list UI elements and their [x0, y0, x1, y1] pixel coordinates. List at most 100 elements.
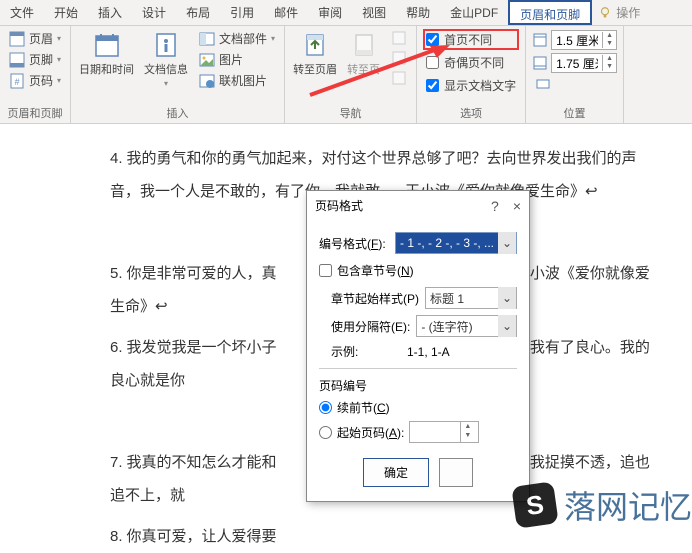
menu-references[interactable]: 引用: [220, 0, 264, 25]
svg-text:#: #: [14, 77, 19, 87]
watermark: S 落网记忆: [514, 482, 692, 528]
ribbon-group-position: ▲▼ ▲▼ 位置: [526, 26, 624, 123]
menu-home[interactable]: 开始: [44, 0, 88, 25]
menu-layout[interactable]: 布局: [176, 0, 220, 25]
picture-icon: [199, 52, 215, 68]
spin-up[interactable]: ▲: [603, 55, 616, 63]
watermark-text: 落网记忆: [564, 482, 692, 528]
chk-first-page-different[interactable]: 首页不同: [423, 29, 519, 50]
radio-start-at[interactable]: 起始页码(A):: [319, 424, 404, 441]
include-chapter-checkbox[interactable]: 包含章节号(N): [319, 262, 517, 279]
prev-icon: [391, 30, 407, 46]
radio-start-at-input[interactable]: [319, 426, 332, 439]
spin-up[interactable]: ▲: [461, 422, 474, 431]
dialog-help-button[interactable]: ?: [491, 198, 499, 214]
btn-pictures[interactable]: 图片: [196, 50, 278, 69]
spin-down[interactable]: ▼: [461, 431, 474, 440]
dialog-titlebar[interactable]: 页码格式 ? ×: [307, 191, 529, 220]
ribbon-group-insert: 日期和时间 文档信息▾ 文档部件▾ 图片 联机图片 插入: [71, 26, 285, 123]
chk-odd-even-different[interactable]: 奇偶页不同: [423, 52, 519, 73]
menu-design[interactable]: 设计: [132, 0, 176, 25]
example-value: 1-1, 1-A: [407, 345, 450, 359]
ribbon-group-nav: 转至页眉 转至页 导航: [285, 26, 417, 123]
btn-online-pictures[interactable]: 联机图片: [196, 71, 278, 90]
menu-help[interactable]: 帮助: [396, 0, 440, 25]
tell-me[interactable]: 操作: [592, 0, 646, 25]
radio-continue-previous-input[interactable]: [319, 401, 332, 414]
dialog-close-button[interactable]: ×: [513, 198, 521, 214]
chk-show-doc-text[interactable]: 显示文档文字: [423, 75, 519, 96]
ribbon: 页眉▾ 页脚▾ #页码▾ 页眉和页脚 日期和时间 文档信息▾ 文档部件▾ 图片 …: [0, 26, 692, 124]
chk-odd-even-different-box[interactable]: [426, 56, 439, 69]
ribbon-group-header-footer: 页眉▾ 页脚▾ #页码▾ 页眉和页脚: [0, 26, 71, 123]
doc-parts-icon: [199, 31, 215, 47]
group-label-position: 位置: [532, 103, 617, 123]
footer-icon: [9, 52, 25, 68]
btn-goto-footer[interactable]: 转至页: [345, 29, 382, 79]
btn-doc-parts[interactable]: 文档部件▾: [196, 29, 278, 48]
ribbon-group-options: 首页不同 奇偶页不同 显示文档文字 选项: [417, 26, 526, 123]
start-at-input[interactable]: [410, 422, 460, 442]
number-format-select[interactable]: - 1 -, - 2 -, - 3 -, ...⌄: [395, 232, 517, 254]
next-icon: [391, 50, 407, 66]
header-icon: [9, 31, 25, 47]
start-at-spinner[interactable]: ▲▼: [409, 421, 479, 443]
menu-bar: 文件 开始 插入 设计 布局 引用 邮件 审阅 视图 帮助 金山PDF 页眉和页…: [0, 0, 692, 26]
menu-insert[interactable]: 插入: [88, 0, 132, 25]
spin-up[interactable]: ▲: [603, 32, 616, 40]
doc-info-icon: [152, 31, 180, 59]
menu-file[interactable]: 文件: [0, 0, 44, 25]
btn-insert-alignment-tab[interactable]: [532, 75, 617, 93]
menu-kingsoft-pdf[interactable]: 金山PDF: [440, 0, 508, 25]
separator-label: 使用分隔符(E):: [331, 318, 410, 335]
group-label-options: 选项: [423, 103, 519, 123]
spin-down[interactable]: ▼: [603, 40, 616, 48]
chevron-down-icon[interactable]: ⌄: [498, 315, 516, 337]
footer-from-bottom-input[interactable]: [552, 56, 602, 70]
btn-prev: [388, 29, 410, 47]
watermark-icon: S: [511, 481, 558, 528]
header-from-top-input[interactable]: [552, 33, 602, 47]
include-chapter-box[interactable]: [319, 264, 332, 277]
footer-from-bottom-icon: [532, 55, 548, 71]
menu-header-footer[interactable]: 页眉和页脚: [508, 0, 592, 25]
chk-show-doc-text-box[interactable]: [426, 79, 439, 92]
btn-footer[interactable]: 页脚▾: [6, 50, 64, 69]
header-from-top-spinner[interactable]: ▲▼: [551, 30, 617, 50]
calendar-icon: [93, 31, 121, 59]
separator-select[interactable]: - (连字符)⌄: [416, 315, 517, 337]
page-number-format-dialog: 页码格式 ? × 编号格式(F): - 1 -, - 2 -, - 3 -, .…: [306, 190, 530, 502]
menu-mailings[interactable]: 邮件: [264, 0, 308, 25]
btn-link: [388, 69, 410, 87]
page-numbering-label: 页码编号: [319, 377, 517, 394]
footer-from-bottom-spinner[interactable]: ▲▼: [551, 53, 617, 73]
cancel-button[interactable]: [439, 458, 473, 487]
btn-next: [388, 49, 410, 67]
tell-me-label: 操作: [616, 4, 640, 21]
dialog-title: 页码格式: [315, 197, 491, 214]
page-number-icon: #: [9, 73, 25, 89]
btn-page-number[interactable]: #页码▾: [6, 71, 64, 90]
chevron-down-icon[interactable]: ⌄: [498, 287, 516, 309]
online-picture-icon: [199, 73, 215, 89]
btn-goto-header[interactable]: 转至页眉: [291, 29, 339, 79]
menu-view[interactable]: 视图: [352, 0, 396, 25]
btn-header[interactable]: 页眉▾: [6, 29, 64, 48]
radio-continue-previous[interactable]: 续前节(C): [319, 399, 517, 416]
btn-date-time[interactable]: 日期和时间: [77, 29, 136, 79]
bulb-icon: [598, 6, 612, 20]
alignment-tab-icon: [535, 76, 551, 92]
chk-first-page-different-box[interactable]: [426, 33, 439, 46]
chevron-down-icon[interactable]: ⌄: [498, 232, 516, 254]
link-icon: [391, 70, 407, 86]
group-label-insert: 插入: [77, 103, 278, 123]
number-format-label: 编号格式(F):: [319, 235, 389, 252]
chapter-start-select[interactable]: 标题 1⌄: [425, 287, 517, 309]
btn-doc-info[interactable]: 文档信息▾: [142, 29, 190, 90]
ok-button[interactable]: 确定: [363, 458, 429, 487]
spin-down[interactable]: ▼: [603, 63, 616, 71]
menu-review[interactable]: 审阅: [308, 0, 352, 25]
goto-header-icon: [301, 31, 329, 59]
goto-footer-icon: [350, 31, 378, 59]
group-label-nav: 导航: [291, 103, 410, 123]
